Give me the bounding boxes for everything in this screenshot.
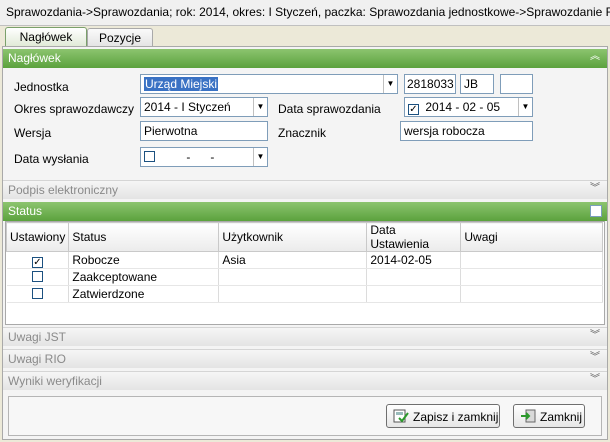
data-sprawozdania-checkbox[interactable]: ✓ [408, 104, 419, 115]
table-header-row: Ustawiony Status Użytkownik Data Ustawie… [5, 222, 603, 252]
data-wyslania-label: Data wysłania [14, 152, 89, 166]
okres-select[interactable]: 2014 - I Styczeń ▼ [140, 97, 268, 117]
section-podpis-title: Podpis elektroniczny [8, 183, 119, 197]
col-uwagi[interactable]: Uwagi [460, 222, 603, 252]
data-sprawozdania-label: Data sprawozdania [278, 102, 381, 116]
section-uwagi-rio-header[interactable]: Uwagi RIO ︾ [3, 349, 607, 368]
data-sprawozdania-value: 2014 - 02 - 05 [425, 100, 501, 114]
row-user [218, 285, 368, 303]
row-date [366, 268, 462, 286]
jednostka-code-field[interactable]: 2818033 [404, 74, 456, 94]
row-date [366, 285, 462, 303]
close-button[interactable]: Zamknij [513, 404, 585, 428]
section-uwagi-rio-title: Uwagi RIO [8, 352, 67, 366]
section-wyniki-title: Wyniki weryfikacji [8, 374, 102, 388]
close-label: Zamknij [540, 410, 583, 424]
table-row[interactable]: Zatwierdzone [6, 285, 603, 303]
section-uwagi-jst-header[interactable]: Uwagi JST ︾ [3, 327, 607, 346]
row-notes [460, 268, 603, 286]
okres-label: Okres sprawozdawczy [14, 102, 135, 116]
save-close-label: Zapisz i zamknij [413, 410, 499, 424]
okres-value: 2014 - I Styczeń [144, 100, 231, 114]
data-wyslania-picker[interactable]: - - ▼ [140, 147, 268, 167]
col-uzytkownik[interactable]: Użytkownik [218, 222, 368, 252]
col-data-ustawienia[interactable]: Data Ustawienia [366, 222, 462, 252]
tab-bar: Nagłówek Pozycje [0, 27, 610, 47]
row-checkbox[interactable] [31, 271, 43, 282]
expand-down-icon[interactable]: ︾ [589, 374, 601, 386]
section-status-header[interactable]: Status ︽ [3, 202, 607, 221]
jednostka-select[interactable]: Urząd Miejski ▼ [140, 74, 398, 94]
row-date: 2014-02-05 [366, 251, 462, 269]
wersja-label: Wersja [14, 126, 52, 140]
collapse-up-icon[interactable]: ︽ [589, 51, 601, 63]
section-uwagi-jst-title: Uwagi JST [8, 330, 67, 344]
znacznik-label: Znacznik [278, 126, 327, 140]
wersja-field[interactable]: Pierwotna [140, 121, 268, 141]
jednostka-label: Jednostka [14, 80, 69, 94]
data-wyslania-checkbox[interactable] [144, 151, 155, 162]
jednostka-type-field[interactable]: JB [460, 74, 494, 94]
tab-pozycje[interactable]: Pozycje [87, 28, 153, 47]
znacznik-field[interactable]: wersja robocza [400, 121, 533, 141]
row-checkbox[interactable]: ✓ [31, 256, 43, 268]
section-naglowek-title: Nagłówek [8, 51, 61, 65]
data-wyslania-value: - - [186, 150, 215, 164]
section-wyniki-header[interactable]: Wyniki weryfikacji ︾ [3, 371, 607, 390]
jednostka-value: Urząd Miejski [144, 77, 219, 91]
collapse-up-icon[interactable]: ︽ [590, 205, 602, 217]
expand-down-icon[interactable]: ︾ [589, 352, 601, 364]
save-close-button[interactable]: Zapisz i zamknij [386, 404, 500, 428]
row-checkbox[interactable] [31, 288, 43, 299]
expand-down-icon[interactable]: ︾ [589, 183, 601, 195]
row-status: Zatwierdzone [68, 285, 220, 303]
exit-icon [520, 409, 536, 423]
section-naglowek-header[interactable]: Nagłówek ︽ [3, 49, 607, 68]
chevron-down-icon[interactable]: ▼ [253, 98, 267, 116]
jednostka-extra-field[interactable] [500, 74, 533, 94]
section-status-title: Status [8, 204, 43, 218]
row-status: Zaakceptowane [68, 268, 220, 286]
status-table: Ustawiony Status Użytkownik Data Ustawie… [5, 222, 603, 303]
row-user [218, 268, 368, 286]
section-podpis-header[interactable]: Podpis elektroniczny ︾ [3, 180, 607, 199]
data-sprawozdania-picker[interactable]: ✓ 2014 - 02 - 05 ▼ [404, 97, 533, 117]
table-row[interactable]: ✓ Robocze Asia 2014-02-05 [6, 251, 603, 269]
col-ustawiony[interactable]: Ustawiony [5, 222, 70, 252]
expand-down-icon[interactable]: ︾ [589, 330, 601, 342]
col-status[interactable]: Status [68, 222, 220, 252]
row-notes [460, 251, 603, 269]
naglowek-panel: Jednostka Urząd Miejski ▼ 2818033 JB Okr… [3, 68, 607, 178]
row-status: Robocze [68, 251, 220, 269]
save-icon [393, 409, 409, 423]
row-user: Asia [218, 251, 368, 269]
tab-naglowek[interactable]: Nagłówek [5, 27, 87, 47]
table-row[interactable]: Zaakceptowane [6, 268, 603, 286]
chevron-down-icon[interactable]: ▼ [518, 98, 532, 116]
chevron-down-icon[interactable]: ▼ [253, 148, 267, 166]
chevron-down-icon[interactable]: ▼ [383, 75, 397, 93]
row-notes [460, 285, 603, 303]
window-title: Sprawozdania->Sprawozdania; rok: 2014, o… [0, 0, 610, 26]
